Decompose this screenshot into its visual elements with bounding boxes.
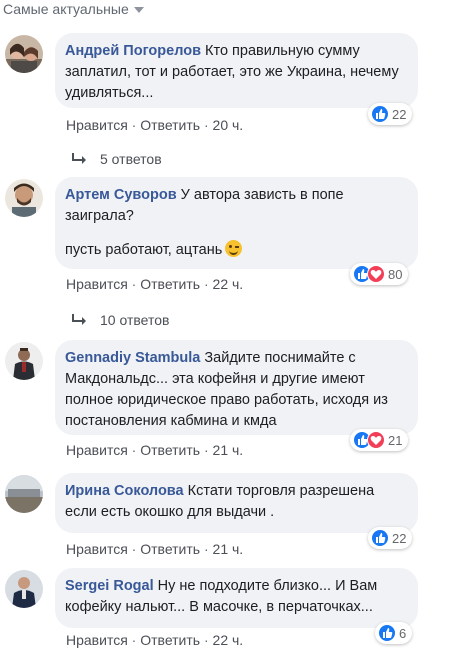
replies-count: 5 ответов [100, 151, 162, 167]
comment-actions: Нравится · Ответить · 20 ч. [66, 117, 244, 133]
reply-link[interactable]: Ответить [140, 117, 200, 133]
like-link[interactable]: Нравится [66, 632, 128, 648]
avatar[interactable] [5, 342, 43, 380]
reactions-badge[interactable]: 21 [350, 429, 409, 451]
avatar[interactable] [5, 179, 43, 217]
comment-time[interactable]: 20 ч. [213, 117, 244, 133]
like-link[interactable]: Нравится [66, 276, 128, 292]
reply-link[interactable]: Ответить [140, 632, 200, 648]
reaction-count: 22 [392, 106, 407, 122]
reaction-count: 80 [388, 266, 403, 282]
reply-link[interactable]: Ответить [140, 442, 200, 458]
love-reaction-icon [367, 265, 385, 283]
comment-actions: Нравится · Ответить · 22 ч. [66, 276, 244, 292]
avatar[interactable] [5, 570, 43, 608]
comment-author[interactable]: Ирина Соколова [65, 483, 184, 499]
comment-text-line2: пусть работают, ацтань [65, 240, 406, 261]
comment-author[interactable]: Gennadiy Stambula [65, 350, 200, 366]
wink-emoji-icon [225, 240, 243, 257]
comment-actions: Нравится · Ответить · 21 ч. [66, 442, 244, 458]
comment-time[interactable]: 22 ч. [213, 276, 244, 292]
comment-time[interactable]: 21 ч. [213, 442, 244, 458]
reply-link[interactable]: Ответить [140, 276, 200, 292]
like-reaction-icon [371, 105, 389, 123]
comment-bubble: Gennadiy Stambula Зайдите поснимайте с М… [55, 340, 418, 435]
comment-author[interactable]: Артем Суворов [65, 187, 177, 203]
reaction-count: 22 [392, 530, 407, 546]
comment-author[interactable]: Sergei Rogal [65, 578, 154, 594]
comment-bubble: Sergei Rogal Ну не подходите близко... И… [55, 568, 418, 628]
reaction-count: 21 [388, 432, 403, 448]
view-replies-link[interactable]: 5 ответов [72, 151, 162, 167]
avatar[interactable] [5, 475, 43, 513]
reactions-badge[interactable]: 22 [368, 527, 413, 549]
replies-count: 10 ответов [100, 312, 170, 328]
caret-down-icon [133, 7, 144, 13]
reactions-badge[interactable]: 22 [368, 103, 413, 125]
reply-link[interactable]: Ответить [140, 541, 200, 557]
comment-bubble: Артем Суворов У автора зависть в попе за… [55, 177, 418, 269]
like-link[interactable]: Нравится [66, 117, 128, 133]
comment-time[interactable]: 22 ч. [213, 632, 244, 648]
reactions-badge[interactable]: 6 [375, 622, 413, 644]
reactions-badge[interactable]: 80 [350, 263, 409, 285]
love-reaction-icon [367, 431, 385, 449]
comment-time[interactable]: 21 ч. [213, 541, 244, 557]
reply-arrow-icon [72, 153, 86, 164]
avatar[interactable] [5, 35, 43, 73]
comment-author[interactable]: Андрей Погорелов [65, 43, 201, 59]
comment-bubble: Ирина Соколова Кстати торговля разрешена… [55, 473, 418, 533]
reaction-count: 6 [399, 625, 407, 641]
sort-dropdown[interactable]: Самые актуальные [3, 1, 144, 17]
comment-bubble: Андрей Погорелов Кто правильную сумму за… [55, 33, 418, 108]
like-link[interactable]: Нравится [66, 541, 128, 557]
reply-arrow-icon [72, 314, 86, 325]
comment-actions: Нравится · Ответить · 21 ч. [66, 541, 244, 557]
like-reaction-icon [378, 624, 396, 642]
like-reaction-icon [371, 529, 389, 547]
comment-actions: Нравится · Ответить · 22 ч. [66, 632, 244, 648]
view-replies-link[interactable]: 10 ответов [72, 312, 169, 328]
sort-label: Самые актуальные [3, 1, 129, 17]
like-link[interactable]: Нравится [66, 442, 128, 458]
